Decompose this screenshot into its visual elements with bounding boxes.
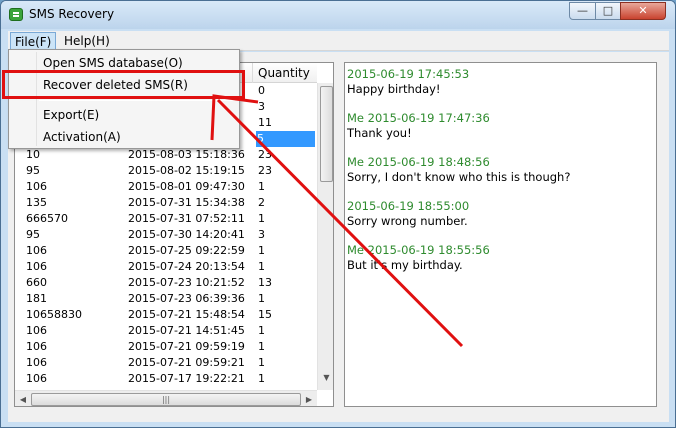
arrow-shaft	[216, 98, 464, 348]
annotation-arrow	[210, 94, 464, 348]
